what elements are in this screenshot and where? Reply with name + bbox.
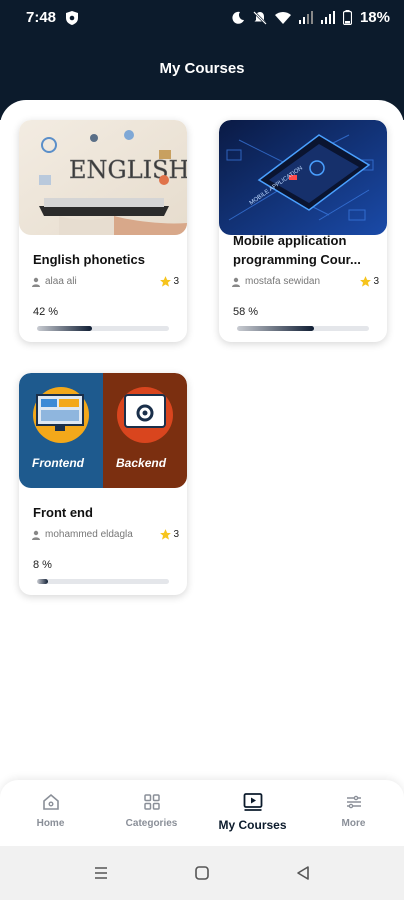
nav-categories-label: Categories (125, 818, 178, 829)
progress-fill (37, 326, 93, 331)
course-author: mostafa sewidan (245, 276, 321, 287)
user-icon (32, 277, 40, 287)
nav-home-label: Home (36, 818, 65, 829)
course-meta: alaa ali 3 (31, 275, 179, 288)
nav-my-courses-label: My Courses (218, 818, 287, 832)
progress-bar (237, 326, 369, 331)
bottom-nav: Home Categories My Courses More (0, 780, 404, 846)
recents-icon[interactable] (93, 865, 109, 881)
star-icon (160, 276, 172, 287)
nav-home[interactable]: Home (0, 780, 101, 846)
course-thumbnail: MOBILE APPLICATION (219, 120, 387, 235)
course-title: Front end (33, 505, 93, 520)
bell-off-icon (253, 10, 267, 25)
svg-text:Backend: Backend (116, 456, 167, 470)
course-card[interactable]: Frontend Backend Front end mohammed elda… (19, 373, 187, 595)
course-rating: 3 (173, 529, 179, 540)
home-button-icon[interactable] (194, 865, 210, 881)
course-rating: 3 (173, 276, 179, 287)
progress-label: 42 % (33, 306, 59, 318)
nav-more-label: More (341, 818, 366, 829)
user-icon (232, 277, 240, 287)
nav-categories[interactable]: Categories (101, 780, 202, 846)
home-icon (42, 793, 59, 810)
courses-sheet: ENGLISH English phonetics alaa ali 3 42 … (0, 100, 404, 780)
nav-more[interactable]: More (303, 780, 404, 846)
course-thumbnail: Frontend Backend (19, 373, 187, 488)
back-icon[interactable] (295, 865, 311, 881)
status-bar: 7:48 18% (0, 0, 404, 36)
course-title: Mobile application programming Cour... (233, 233, 361, 267)
course-title: English phonetics (33, 252, 145, 267)
progress-fill (37, 579, 48, 584)
page-title: My Courses (159, 60, 245, 77)
moon-icon (232, 11, 244, 24)
battery-percent: 18% (359, 9, 390, 26)
status-time: 7:48 (26, 9, 57, 26)
svg-text:ENGLISH: ENGLISH (69, 156, 187, 184)
course-thumbnail: ENGLISH (19, 120, 187, 235)
grid-icon (143, 794, 160, 810)
course-meta: mostafa sewidan 3 (231, 275, 379, 288)
battery-icon (342, 10, 352, 25)
progress-label: 8 % (33, 559, 52, 571)
progress-fill (237, 326, 314, 331)
play-screen-icon (243, 793, 262, 811)
shield-icon (66, 11, 78, 25)
course-rating: 3 (373, 276, 379, 287)
wifi-icon (274, 11, 291, 24)
course-meta: mohammed eldagla 3 (31, 528, 179, 541)
signal-icon (298, 11, 313, 24)
user-icon (32, 530, 40, 540)
progress-bar (37, 326, 169, 331)
progress-label: 58 % (233, 306, 259, 318)
signal-x-icon (320, 11, 335, 24)
sliders-icon (346, 795, 361, 809)
nav-my-courses[interactable]: My Courses (202, 780, 303, 846)
svg-text:Frontend: Frontend (32, 456, 85, 470)
progress-bar (37, 579, 169, 584)
course-author: alaa ali (45, 276, 77, 287)
star-icon (360, 276, 372, 287)
star-icon (160, 529, 172, 540)
system-nav-bar (0, 846, 404, 900)
course-author: mohammed eldagla (45, 529, 133, 540)
course-card[interactable]: MOBILE APPLICATION Mobile application pr… (219, 120, 387, 342)
course-card[interactable]: ENGLISH English phonetics alaa ali 3 42 … (19, 120, 187, 342)
